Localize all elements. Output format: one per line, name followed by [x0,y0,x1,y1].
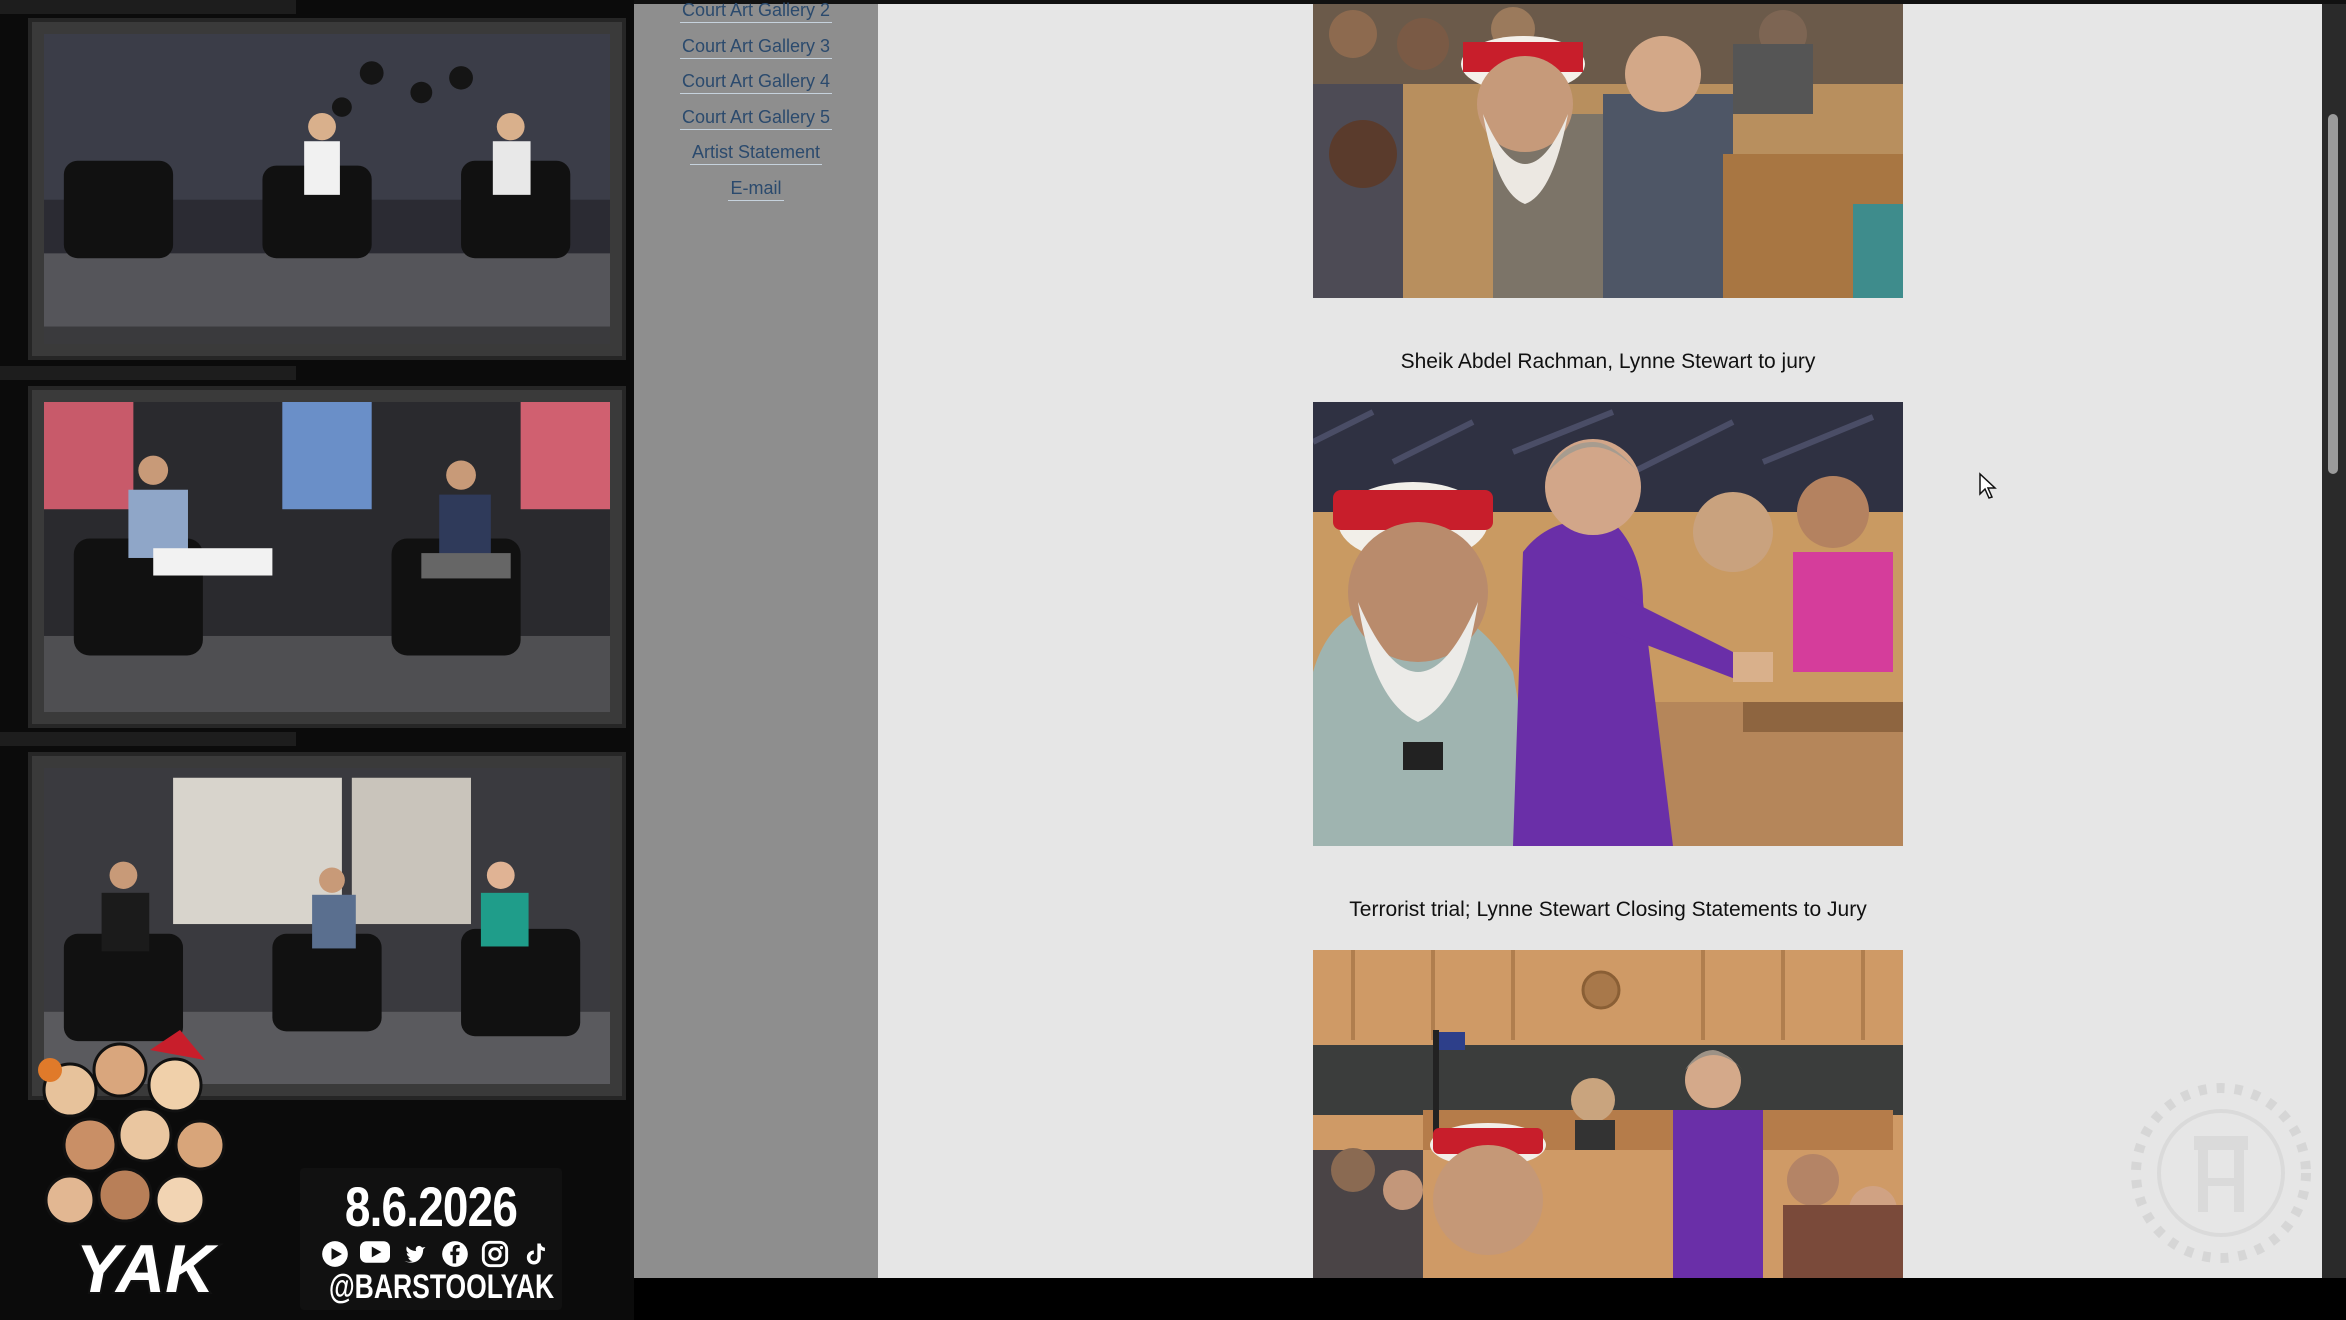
stream-handle: @BARSTOOLYAK [328,1268,555,1306]
page-scrollbar[interactable] [2322,4,2346,1278]
svg-text:YAK: YAK [76,1231,219,1307]
date-badge: 8.6.2026 @BARSTOOLYAK [300,1168,562,1310]
nav-item-email: E-mail [634,176,878,212]
court-sketch-1[interactable] [1313,4,1903,298]
stream-overlay: YAK 8.6.2026 @BARSTOOLYAK [0,0,634,1320]
overlay-tab [0,366,296,380]
mouse-cursor-icon [1979,472,1997,499]
court-sketch-3[interactable] [1313,950,1903,1278]
social-icons [320,1240,550,1268]
gallery-nav: Court Art Gallery 2 Court Art Gallery 3 … [634,0,878,211]
facebook-icon [440,1240,470,1268]
overlay-tab [0,0,296,14]
play-icon [320,1240,350,1268]
sketch-image-3 [1313,950,1903,1278]
gallery-content: Sheik Abdel Rachman, Lynne Stewart to ju… [878,4,2346,1278]
sketch-image-1 [1313,4,1903,298]
barstool-watermark-icon [2131,1083,2311,1263]
nav-item-gallery-2: Court Art Gallery 2 [634,0,878,34]
instagram-icon [480,1240,510,1268]
stream-date: 8.6.2026 [344,1175,518,1238]
sketch-image-2 [1313,402,1903,846]
nav-link-gallery-2[interactable]: Court Art Gallery 2 [679,0,833,23]
studio-scene-1 [44,34,610,344]
scrollbar-thumb[interactable] [2328,114,2338,474]
yak-logo: YAK [38,1030,226,1309]
bottom-letterbox [634,1278,2346,1320]
camera-feed-2 [28,386,626,728]
tiktok-icon [520,1240,550,1268]
nav-item-gallery-5: Court Art Gallery 5 [634,105,878,141]
court-sketch-2[interactable] [1313,402,1903,846]
youtube-icon [360,1240,390,1268]
nav-item-gallery-4: Court Art Gallery 4 [634,69,878,105]
nav-link-email[interactable]: E-mail [728,176,784,201]
nav-link-gallery-4[interactable]: Court Art Gallery 4 [679,69,833,94]
nav-link-gallery-5[interactable]: Court Art Gallery 5 [679,105,833,130]
nav-item-artist-statement: Artist Statement [634,140,878,176]
camera-feed-1 [28,18,626,360]
twitter-icon [400,1240,430,1268]
sketch-caption-1: Sheik Abdel Rachman, Lynne Stewart to ju… [1400,350,1816,373]
studio-scene-2 [44,402,610,712]
sketch-caption-2: Terrorist trial; Lynne Stewart Closing S… [1349,898,1867,921]
nav-item-gallery-3: Court Art Gallery 3 [634,34,878,70]
nav-link-gallery-3[interactable]: Court Art Gallery 3 [679,34,833,59]
overlay-tab [0,732,296,746]
browser-viewport: Court Art Gallery 2 Court Art Gallery 3 … [634,0,2346,1278]
gallery-sidebar: Court Art Gallery 2 Court Art Gallery 3 … [634,0,878,1278]
nav-link-artist-statement[interactable]: Artist Statement [689,140,823,165]
